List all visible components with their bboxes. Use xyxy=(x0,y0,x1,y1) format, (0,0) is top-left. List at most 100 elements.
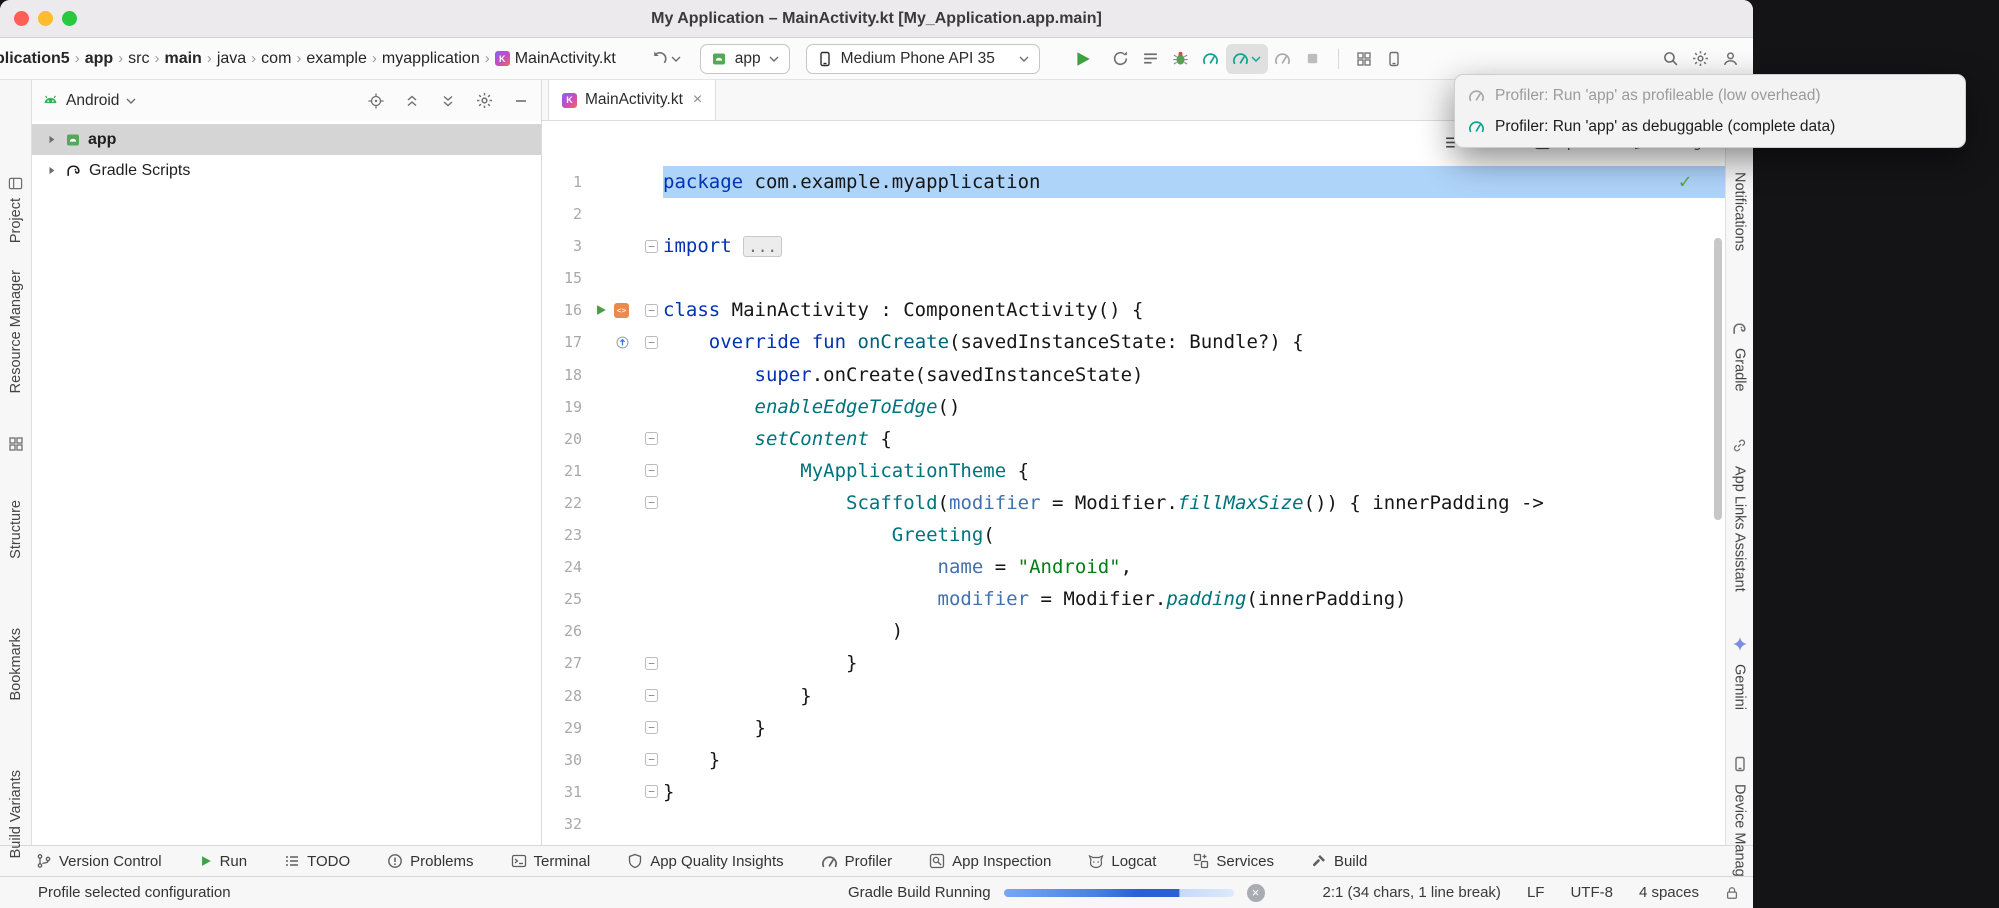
search-everywhere-button[interactable] xyxy=(1655,44,1685,74)
fold-region[interactable]: − xyxy=(640,712,663,744)
fold-region[interactable]: − xyxy=(640,744,663,776)
line-number[interactable]: 31 xyxy=(542,776,582,808)
overriding-method-icon[interactable] xyxy=(615,335,630,350)
fold-icon[interactable]: − xyxy=(645,785,658,798)
line-number[interactable]: 16 xyxy=(542,294,582,326)
code-line[interactable]: 31−} xyxy=(542,776,1725,808)
app-links-stripe-icon[interactable] xyxy=(1726,438,1753,453)
code-line[interactable]: 28− } xyxy=(542,680,1725,712)
line-number[interactable]: 15 xyxy=(542,262,582,294)
indent-setting[interactable]: 4 spaces xyxy=(1639,884,1699,901)
code-line[interactable]: 24 name = "Android", xyxy=(542,551,1725,583)
fold-region[interactable] xyxy=(640,166,663,198)
breadcrumb-item-example[interactable]: example xyxy=(304,50,368,68)
line-number[interactable]: 23 xyxy=(542,519,582,551)
breadcrumb-item-mainactivity-kt[interactable]: MainActivity.kt xyxy=(493,50,618,68)
fold-region[interactable] xyxy=(640,198,663,230)
gutter[interactable] xyxy=(582,583,640,615)
toolwindow-button-gradle[interactable]: Gradle xyxy=(1726,348,1753,392)
fold-region[interactable] xyxy=(640,808,663,840)
fold-region[interactable] xyxy=(640,262,663,294)
titlebar[interactable]: My Application – MainActivity.kt [My_App… xyxy=(0,0,1753,38)
fold-region[interactable]: − xyxy=(640,776,663,808)
inspections-ok-icon[interactable]: ✓ xyxy=(1679,169,1691,193)
collapse-all-icon[interactable] xyxy=(404,93,420,109)
gutter[interactable] xyxy=(582,166,640,198)
fold-icon[interactable]: − xyxy=(645,689,658,702)
toolwindow-button-version-control[interactable]: Version Control xyxy=(36,853,162,870)
toolwindow-button-services[interactable]: Services xyxy=(1193,853,1274,870)
fold-region[interactable]: − xyxy=(640,294,663,326)
gutter[interactable] xyxy=(582,455,640,487)
line-number[interactable]: 17 xyxy=(542,326,582,358)
line-number[interactable]: 18 xyxy=(542,359,582,391)
code-line[interactable]: 27− } xyxy=(542,647,1725,679)
toolwindow-button-structure[interactable]: Structure xyxy=(0,500,31,559)
attach-profiler-button[interactable] xyxy=(1268,44,1298,74)
account-button[interactable] xyxy=(1715,44,1745,74)
device-select[interactable]: Medium Phone API 35 xyxy=(806,44,1040,74)
breadcrumb-item-plication5[interactable]: plication5 xyxy=(0,50,72,68)
code-line[interactable]: 30− } xyxy=(542,744,1725,776)
expand-all-icon[interactable] xyxy=(440,93,456,109)
apply-changes-button[interactable] xyxy=(1136,44,1166,74)
gutter[interactable] xyxy=(582,359,640,391)
line-number[interactable]: 20 xyxy=(542,423,582,455)
code-line[interactable]: 20− setContent { xyxy=(542,423,1725,455)
fold-icon[interactable]: − xyxy=(645,657,658,670)
fold-icon[interactable]: − xyxy=(645,753,658,766)
code-line[interactable]: 16<>−class MainActivity : ComponentActiv… xyxy=(542,294,1725,326)
fold-region[interactable]: − xyxy=(640,230,663,262)
gutter[interactable] xyxy=(582,230,640,262)
breadcrumb-item-java[interactable]: java xyxy=(215,50,248,68)
profiler-menu-item-debuggable[interactable]: Profiler: Run 'app' as debuggable (compl… xyxy=(1455,111,1965,142)
minimize-window-button[interactable] xyxy=(38,11,53,26)
code-line[interactable]: 32 xyxy=(542,808,1725,840)
code-line[interactable]: 25 modifier = Modifier.padding(innerPadd… xyxy=(542,583,1725,615)
line-number[interactable]: 26 xyxy=(542,615,582,647)
fold-icon[interactable]: − xyxy=(645,240,658,253)
line-number[interactable]: 19 xyxy=(542,391,582,423)
gutter[interactable] xyxy=(582,519,640,551)
hide-panel-icon[interactable] xyxy=(513,93,529,109)
code-line[interactable]: 3−import ... xyxy=(542,230,1725,262)
toolwindow-button-problems[interactable]: Problems xyxy=(387,853,473,870)
gutter[interactable]: <> xyxy=(582,294,640,326)
device-manager-stripe-icon[interactable] xyxy=(1726,756,1753,772)
toolwindow-button-run[interactable]: Run xyxy=(199,853,248,870)
profiler-dropdown-button[interactable] xyxy=(1226,44,1268,74)
line-number[interactable]: 2 xyxy=(542,198,582,230)
fold-icon[interactable]: − xyxy=(645,304,658,317)
fold-icon[interactable]: − xyxy=(645,496,658,509)
toolwindow-button-app-links-assistant[interactable]: App Links Assistant xyxy=(1726,466,1753,592)
toolwindow-button-todo[interactable]: TODO xyxy=(284,853,350,870)
fold-region[interactable]: − xyxy=(640,423,663,455)
fold-region[interactable]: − xyxy=(640,647,663,679)
tree-item-app[interactable]: app xyxy=(32,124,541,155)
code-line[interactable]: 15 xyxy=(542,262,1725,294)
stop-button[interactable] xyxy=(1298,44,1328,74)
toolwindow-button-build[interactable]: Build xyxy=(1311,853,1367,870)
line-number[interactable]: 27 xyxy=(542,647,582,679)
tree-item-gradle-scripts[interactable]: Gradle Scripts xyxy=(32,155,541,186)
run-configuration-select[interactable]: app xyxy=(700,44,790,74)
gemini-stripe-icon[interactable] xyxy=(1726,636,1753,652)
gutter[interactable] xyxy=(582,744,640,776)
fold-region[interactable]: − xyxy=(640,455,663,487)
rerun-button[interactable] xyxy=(1106,44,1136,74)
chevron-right-icon[interactable] xyxy=(45,133,58,146)
fold-region[interactable] xyxy=(640,615,663,647)
fold-region[interactable] xyxy=(640,359,663,391)
fold-icon[interactable]: − xyxy=(645,432,658,445)
structure-stripe-icon[interactable] xyxy=(0,436,31,452)
more-tools-button[interactable] xyxy=(1349,44,1379,74)
breadcrumb-item-main[interactable]: main xyxy=(162,50,203,68)
toolwindow-button-notifications[interactable]: Notifications xyxy=(1726,172,1753,251)
code-line[interactable]: 19 enableEdgeToEdge() xyxy=(542,391,1725,423)
rollback-dropdown-button[interactable] xyxy=(644,44,688,74)
toolwindow-button-bookmarks[interactable]: Bookmarks xyxy=(0,628,31,701)
fold-region[interactable] xyxy=(640,519,663,551)
line-number[interactable]: 24 xyxy=(542,551,582,583)
line-number[interactable]: 22 xyxy=(542,487,582,519)
line-ending[interactable]: LF xyxy=(1527,884,1545,901)
